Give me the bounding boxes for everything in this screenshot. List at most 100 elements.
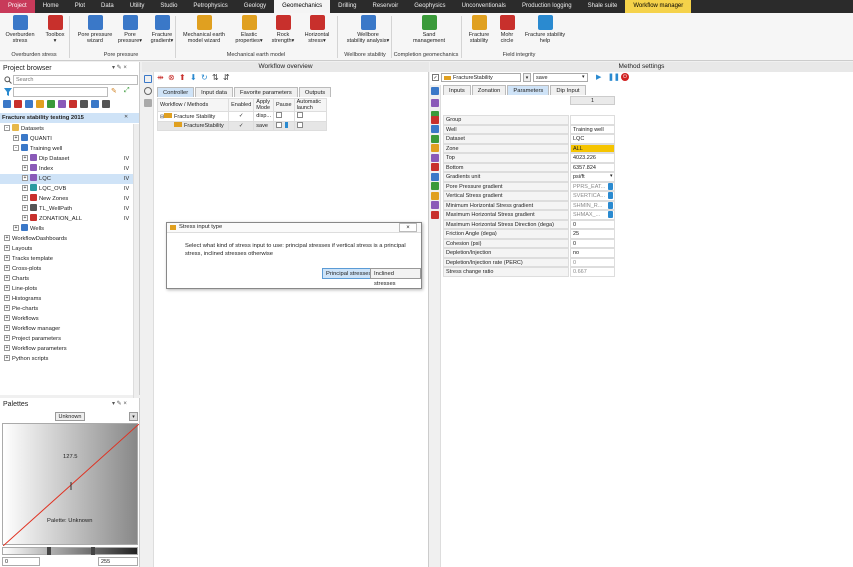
menu-tab-8[interactable]: Geomechanics (274, 0, 331, 13)
tree-item[interactable]: + WorkflowDashboards (4, 234, 67, 244)
mode-select[interactable]: save (533, 73, 588, 82)
zoom-tool-icon[interactable] (144, 87, 152, 95)
palette-dropdown-icon[interactable]: ▾ (129, 412, 138, 421)
sort-up-icon[interactable]: ⇅ (212, 73, 219, 82)
tree-item[interactable]: + Python scripts (4, 354, 48, 364)
menu-tab-5[interactable]: Studio (152, 0, 185, 13)
menu-tab-3[interactable]: Data (93, 0, 122, 13)
expand-icon[interactable]: + (13, 135, 19, 141)
tree-item[interactable]: + Workflow parameters (4, 344, 67, 354)
expand-icon[interactable]: + (22, 215, 28, 221)
workflow-icon[interactable] (69, 100, 77, 108)
ribbon-button-7[interactable]: Rock strength▾ (268, 15, 298, 44)
parameter-value[interactable]: no (570, 248, 615, 258)
menu-tab-14[interactable]: Shale suite (580, 0, 626, 13)
crossplot-icon[interactable] (58, 100, 66, 108)
refresh-icon[interactable]: ↻ (201, 73, 208, 82)
select-tool-icon[interactable] (144, 75, 152, 83)
palette-min-handle[interactable] (47, 547, 51, 555)
tree-item[interactable]: + Histograms (4, 294, 41, 304)
parameter-value[interactable]: Training well (570, 124, 615, 134)
filter-select[interactable] (13, 87, 108, 97)
expand-icon[interactable]: + (4, 335, 10, 341)
palette-select[interactable]: Unknown (55, 412, 85, 421)
expand-icon[interactable]: + (13, 225, 19, 231)
expand-icon[interactable]: + (22, 195, 28, 201)
layout-icon[interactable] (36, 100, 44, 108)
expand-icon[interactable]: + (4, 295, 10, 301)
expand-icon[interactable]: + (4, 255, 10, 261)
grid-view-icon[interactable] (431, 87, 439, 95)
expand-icon[interactable]: + (4, 265, 10, 271)
principal-stresses-button[interactable]: Principal stresses (322, 268, 376, 279)
parameter-value[interactable]: LQC (570, 134, 615, 144)
parameter-value[interactable]: 0 (570, 238, 615, 248)
ribbon-button-6[interactable]: Elastic properties▾ (232, 15, 266, 44)
tree-item[interactable]: + Tracks template (4, 254, 53, 264)
more-icon[interactable] (102, 100, 110, 108)
ribbon-button-12[interactable]: Mohr circle (495, 15, 519, 44)
filter-icon[interactable] (4, 88, 12, 96)
apply-mode-select[interactable]: save (253, 120, 274, 131)
tree-item[interactable]: + New Zones (22, 194, 68, 204)
tree-item[interactable]: - Training well (13, 144, 62, 154)
automatic-launch-checkbox[interactable] (293, 111, 328, 122)
expand-icon[interactable]: + (22, 205, 28, 211)
sort-az-icon[interactable]: ⇵ (223, 73, 230, 82)
palette-min-input[interactable]: 0 (2, 557, 40, 566)
param-icon[interactable] (91, 100, 99, 108)
parameter-value[interactable]: 0.667 (570, 267, 615, 277)
ribbon-button-10[interactable]: Sand management (404, 15, 454, 44)
expand-icon[interactable]: + (22, 185, 28, 191)
workflow-tab-2[interactable]: Favorite parameters (233, 87, 298, 97)
menu-tab-15[interactable]: Workflow manager (625, 0, 692, 13)
tree-scrollbar[interactable] (133, 124, 139, 430)
workflow-tab-1[interactable]: Input data (195, 87, 233, 97)
tree-item[interactable]: + LQC (22, 174, 51, 184)
enabled-checkbox[interactable]: ✓ (228, 120, 255, 131)
parameter-value[interactable]: 4023.226 (570, 153, 615, 163)
close-icon[interactable]: ✕ (124, 114, 128, 120)
expand-icon[interactable]: + (22, 165, 28, 171)
apply-mode-select[interactable]: disp... (253, 111, 274, 122)
parameter-value[interactable]: 25 (570, 229, 615, 239)
stop-icon[interactable]: ⊗ (168, 73, 175, 82)
parameter-value[interactable]: 0 (570, 219, 615, 229)
automatic-launch-checkbox[interactable] (293, 120, 328, 131)
palette-max-input[interactable]: 255 (98, 557, 138, 566)
menu-tab-11[interactable]: Geophysics (406, 0, 453, 13)
chevron-down-icon[interactable]: ▾ (610, 172, 613, 181)
expand-icon[interactable]: + (4, 275, 10, 281)
tree-item[interactable]: + TL_WellPath (22, 204, 72, 214)
dialog-close-button[interactable]: × (399, 223, 417, 232)
collapse-icon[interactable]: - (13, 145, 19, 151)
tree-item[interactable]: + Charts (4, 274, 29, 284)
parameter-value[interactable]: psi/ft (570, 172, 615, 182)
mode-dropdown-icon[interactable]: ▾ (582, 74, 585, 80)
pause-checkbox[interactable] (272, 111, 295, 122)
ribbon-button-8[interactable]: Horizontal stress▾ (300, 15, 334, 44)
method-tab-1[interactable]: Zonation (471, 85, 507, 95)
expand-icon[interactable]: + (4, 315, 10, 321)
pick-log-icon[interactable] (608, 192, 613, 199)
method-tab-2[interactable]: Parameters (507, 85, 550, 95)
tree-item[interactable]: - Datasets (4, 124, 44, 134)
expand-icon[interactable]: + (22, 175, 28, 181)
menu-tab-6[interactable]: Petrophysics (185, 0, 235, 13)
workflow-row[interactable]: FractureStability ✓ save (156, 120, 328, 131)
stop-icon[interactable]: ⏻ (621, 73, 629, 81)
menu-tab-2[interactable]: Plot (67, 0, 93, 13)
ribbon-button-3[interactable]: Pore pressure▾ (115, 15, 145, 44)
expand-icon[interactable]: + (4, 245, 10, 251)
parameter-value[interactable] (570, 115, 615, 125)
workflow-tab-0[interactable]: Controller (157, 87, 195, 97)
tree-item[interactable]: + Pie-charts (4, 304, 38, 314)
expand-icon[interactable]: + (4, 355, 10, 361)
zone-icon[interactable] (25, 100, 33, 108)
menu-tab-4[interactable]: Utility (122, 0, 153, 13)
pin-icon[interactable]: ⤢ (124, 87, 130, 95)
pan-tool-icon[interactable] (144, 99, 152, 107)
workflow-tab-3[interactable]: Outputs (298, 87, 332, 97)
method-tab-3[interactable]: Dip Input (550, 85, 586, 95)
pick-log-icon[interactable] (608, 211, 613, 218)
